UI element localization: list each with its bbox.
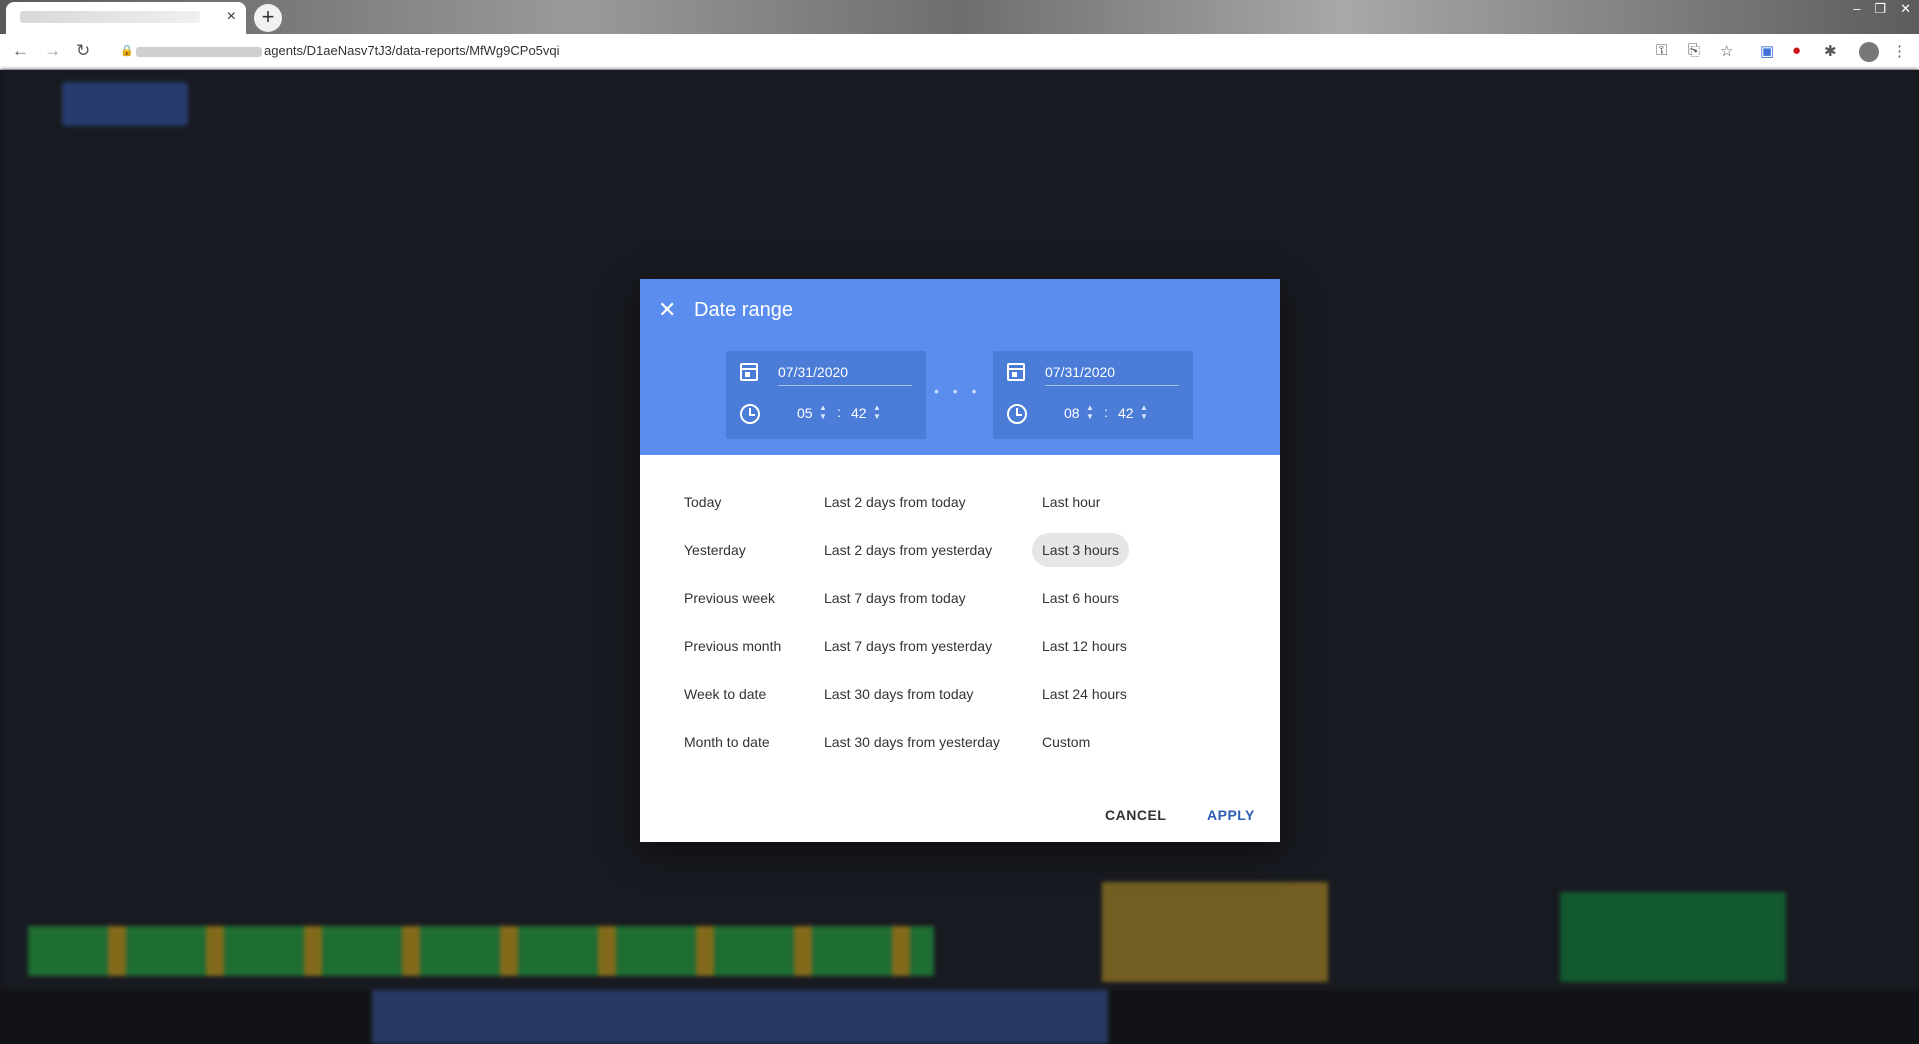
end-minute-spinner-icon[interactable]: ▲ ▼: [1139, 403, 1149, 421]
end-hour-spinner-icon[interactable]: ▲ ▼: [1085, 403, 1095, 421]
option-today[interactable]: Today: [674, 485, 731, 519]
start-minute-field[interactable]: 42: [851, 405, 867, 421]
minimize-icon[interactable]: –: [1853, 0, 1860, 18]
dialog-title: Date range: [694, 299, 793, 321]
option-last-2-days-from-yesterday[interactable]: Last 2 days from yesterday: [814, 533, 1002, 567]
start-date-field[interactable]: 07/31/2020: [778, 364, 912, 386]
reload-icon[interactable]: ↻: [76, 41, 90, 61]
profile-avatar[interactable]: [1859, 42, 1879, 62]
url-text: agents/D1aeNasv7tJ3/data-reports/MfWg9CP…: [264, 43, 560, 58]
translate-extension-icon[interactable]: ▣: [1760, 42, 1774, 60]
tab-title-blurred: [20, 11, 200, 23]
back-icon[interactable]: ←: [12, 41, 29, 61]
url-blurred-segment: [136, 46, 262, 57]
end-time-colon: :: [1104, 404, 1108, 420]
clock-icon: [1007, 404, 1027, 424]
end-date-field[interactable]: 07/31/2020: [1045, 364, 1179, 386]
start-minute-spinner-icon[interactable]: ▲ ▼: [872, 403, 882, 421]
option-custom[interactable]: Custom: [1032, 725, 1100, 759]
start-range-box: 07/31/2020 05 ▲ ▼ : 42 ▲ ▼: [726, 351, 926, 439]
end-hour-field[interactable]: 08: [1064, 405, 1080, 421]
extensions-puzzle-icon[interactable]: ✱: [1824, 42, 1837, 60]
option-last-12-hours[interactable]: Last 12 hours: [1032, 629, 1137, 663]
window-controls: – ❐ ✕: [1853, 0, 1911, 18]
clock-icon: [740, 404, 760, 424]
option-previous-month[interactable]: Previous month: [674, 629, 791, 663]
calendar-icon[interactable]: [1007, 363, 1025, 381]
calendar-icon[interactable]: [740, 363, 758, 381]
tab-close-icon[interactable]: ×: [227, 8, 236, 26]
end-minute-field[interactable]: 42: [1118, 405, 1134, 421]
restore-icon[interactable]: ❐: [1874, 0, 1886, 18]
address-bar[interactable]: agents/D1aeNasv7tJ3/data-reports/MfWg9CP…: [136, 43, 560, 58]
option-last-24-hours[interactable]: Last 24 hours: [1032, 677, 1137, 711]
option-last-hour[interactable]: Last hour: [1032, 485, 1110, 519]
option-previous-week[interactable]: Previous week: [674, 581, 785, 615]
option-last-3-hours[interactable]: Last 3 hours: [1032, 533, 1130, 567]
option-last-6-hours[interactable]: Last 6 hours: [1032, 581, 1129, 615]
cancel-button[interactable]: CANCEL: [1105, 807, 1166, 823]
option-last-30-days-from-today[interactable]: Last 30 days from today: [814, 677, 983, 711]
option-last-30-days-from-yesterday[interactable]: Last 30 days from yesterday: [814, 725, 1010, 759]
new-tab-button[interactable]: +: [254, 4, 282, 32]
start-time-colon: :: [837, 404, 841, 420]
dialog-header: ✕ Date range 07/31/2020 05 ▲ ▼ : 42 ▲ ▼ • …: [640, 279, 1280, 455]
key-icon[interactable]: ⚿: [1656, 42, 1667, 59]
browser-toolbar: ← → ↻ 🔒 agents/D1aeNasv7tJ3/data-reports…: [0, 34, 1919, 70]
close-icon[interactable]: ✕: [658, 299, 676, 321]
tab-strip: × + – ❐ ✕: [0, 0, 1919, 34]
option-yesterday[interactable]: Yesterday: [674, 533, 756, 567]
end-range-box: 07/31/2020 08 ▲ ▼ : 42 ▲ ▼: [993, 351, 1193, 439]
apply-button[interactable]: APPLY: [1207, 807, 1255, 823]
start-hour-field[interactable]: 05: [797, 405, 813, 421]
window-close-icon[interactable]: ✕: [1900, 0, 1911, 18]
option-last-7-days-from-today[interactable]: Last 7 days from today: [814, 581, 976, 615]
browser-tab[interactable]: ×: [6, 2, 246, 34]
start-hour-spinner-icon[interactable]: ▲ ▼: [818, 403, 828, 421]
date-range-dialog: ✕ Date range 07/31/2020 05 ▲ ▼ : 42 ▲ ▼ • …: [640, 279, 1280, 842]
translate-icon[interactable]: ⎘: [1688, 42, 1700, 59]
browser-menu-icon[interactable]: ⋮: [1892, 42, 1907, 60]
option-week-to-date[interactable]: Week to date: [674, 677, 776, 711]
range-separator: • • •: [934, 383, 982, 399]
lock-icon: 🔒: [120, 45, 134, 57]
option-last-2-days-from-today[interactable]: Last 2 days from today: [814, 485, 976, 519]
option-month-to-date[interactable]: Month to date: [674, 725, 780, 759]
option-last-7-days-from-yesterday[interactable]: Last 7 days from yesterday: [814, 629, 1002, 663]
opera-extension-icon[interactable]: ●: [1792, 42, 1801, 59]
forward-icon[interactable]: →: [44, 41, 61, 61]
bookmark-star-icon[interactable]: ☆: [1720, 42, 1733, 60]
